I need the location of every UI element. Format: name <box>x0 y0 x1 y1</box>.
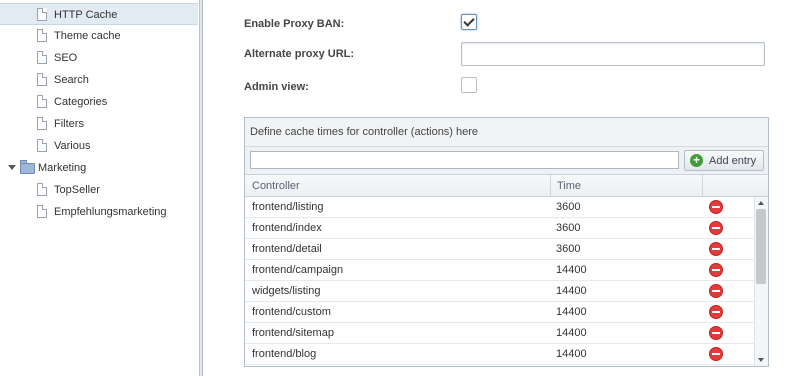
document-icon <box>37 205 47 218</box>
cell-controller: frontend/listing <box>252 201 324 213</box>
document-icon <box>37 183 47 196</box>
minus-circle-icon[interactable] <box>709 347 723 361</box>
tree-item-theme-cache[interactable]: Theme cache <box>0 25 198 47</box>
table-row[interactable]: frontend/listing 3600 <box>245 197 754 218</box>
grid-header: Controller Time <box>245 175 768 197</box>
settings-form: Enable Proxy BAN: Alternate proxy URL: A… <box>204 0 807 376</box>
cell-time: 3600 <box>556 243 581 255</box>
minus-circle-icon[interactable] <box>709 305 723 319</box>
scroll-down-icon[interactable] <box>758 358 764 362</box>
enable-proxy-ban-checkbox[interactable] <box>461 14 477 30</box>
alternate-proxy-url-field[interactable] <box>461 42 765 66</box>
document-icon <box>37 51 47 64</box>
tree-item-marketing[interactable]: Marketing <box>0 157 198 179</box>
tree-item-categories[interactable]: Categories <box>0 91 198 113</box>
scroll-thumb[interactable] <box>756 209 766 284</box>
document-icon <box>37 117 47 130</box>
tree-item-label: Search <box>54 74 89 86</box>
document-icon <box>37 73 47 86</box>
table-row[interactable]: widgets/listing 14400 <box>245 281 754 302</box>
cell-time: 3600 <box>556 201 581 213</box>
folder-icon <box>20 160 35 174</box>
enable-proxy-ban-label: Enable Proxy BAN: <box>244 18 345 30</box>
add-entry-button[interactable]: + Add entry <box>684 150 764 171</box>
minus-circle-icon[interactable] <box>709 221 723 235</box>
table-row[interactable]: frontend/index 3600 <box>245 218 754 239</box>
column-divider[interactable] <box>702 175 703 196</box>
cell-controller: frontend/custom <box>252 306 331 318</box>
document-icon <box>37 29 47 42</box>
grid-scrollbar[interactable] <box>754 197 768 366</box>
tree-item-label: SEO <box>54 52 78 64</box>
table-row[interactable]: frontend/blog 14400 <box>245 344 754 365</box>
tree-item-label: Various <box>54 140 91 152</box>
minus-circle-icon[interactable] <box>709 263 723 277</box>
minus-circle-icon[interactable] <box>709 242 723 256</box>
chevron-down-icon[interactable] <box>8 165 16 170</box>
add-entry-label: Add entry <box>709 155 757 167</box>
sidebar-tree: HTTP Cache Theme cache SEO Search Catego… <box>0 0 200 376</box>
table-row[interactable]: frontend/detail 3600 <box>245 239 754 260</box>
admin-view-label: Admin view: <box>244 81 309 93</box>
cell-controller: frontend/campaign <box>252 264 344 276</box>
document-icon <box>37 95 47 108</box>
tree-item-empfehlungsmarketing[interactable]: Empfehlungsmarketing <box>0 201 198 223</box>
cell-controller: widgets/listing <box>252 285 321 297</box>
scroll-up-icon[interactable] <box>758 201 764 205</box>
minus-circle-icon[interactable] <box>709 284 723 298</box>
tree-item-label: Empfehlungsmarketing <box>54 206 167 218</box>
tree-item-label: Filters <box>54 118 84 130</box>
cell-time: 14400 <box>556 285 587 297</box>
column-header-controller[interactable]: Controller <box>252 180 300 192</box>
grid-body: frontend/listing 3600 frontend/index 360… <box>245 197 754 366</box>
panel-toolbar: + Add entry <box>245 147 768 175</box>
tree-item-label: Theme cache <box>54 30 121 42</box>
column-divider[interactable] <box>550 175 551 196</box>
tree-item-label: HTTP Cache <box>54 9 118 21</box>
document-icon <box>37 8 47 21</box>
sidebar-splitter[interactable] <box>200 0 203 376</box>
tree-item-topseller[interactable]: TopSeller <box>0 179 198 201</box>
cell-time: 14400 <box>556 264 587 276</box>
checkmark-icon <box>463 15 475 27</box>
alternate-proxy-url-label: Alternate proxy URL: <box>244 48 355 60</box>
tree-item-various[interactable]: Various <box>0 135 198 157</box>
admin-view-checkbox[interactable] <box>461 77 477 93</box>
cell-controller: frontend/blog <box>252 348 317 360</box>
tree-item-http-cache[interactable]: HTTP Cache <box>0 3 198 25</box>
tree-item-label: Categories <box>54 96 108 108</box>
document-icon <box>37 139 47 152</box>
tree-item-search[interactable]: Search <box>0 69 198 91</box>
cache-times-panel: Define cache times for controller (actio… <box>244 117 769 367</box>
table-row[interactable]: frontend/custom 14400 <box>245 302 754 323</box>
cell-time: 3600 <box>556 222 581 234</box>
tree-item-label: TopSeller <box>54 184 100 196</box>
tree-item-filters[interactable]: Filters <box>0 113 198 135</box>
minus-circle-icon[interactable] <box>709 200 723 214</box>
table-row[interactable]: frontend/campaign 14400 <box>245 260 754 281</box>
cell-controller: frontend/index <box>252 222 322 234</box>
column-header-time[interactable]: Time <box>557 180 581 192</box>
cell-controller: frontend/sitemap <box>252 327 334 339</box>
plus-circle-icon: + <box>690 154 703 167</box>
panel-title: Define cache times for controller (actio… <box>250 126 479 138</box>
tree-item-seo[interactable]: SEO <box>0 47 198 69</box>
cell-controller: frontend/detail <box>252 243 322 255</box>
panel-header: Define cache times for controller (actio… <box>245 118 768 147</box>
table-row[interactable]: frontend/sitemap 14400 <box>245 323 754 344</box>
tree-item-label: Marketing <box>38 162 87 174</box>
cell-time: 14400 <box>556 306 587 318</box>
cell-time: 14400 <box>556 348 587 360</box>
new-entry-input[interactable] <box>250 151 679 169</box>
cell-time: 14400 <box>556 327 587 339</box>
minus-circle-icon[interactable] <box>709 326 723 340</box>
